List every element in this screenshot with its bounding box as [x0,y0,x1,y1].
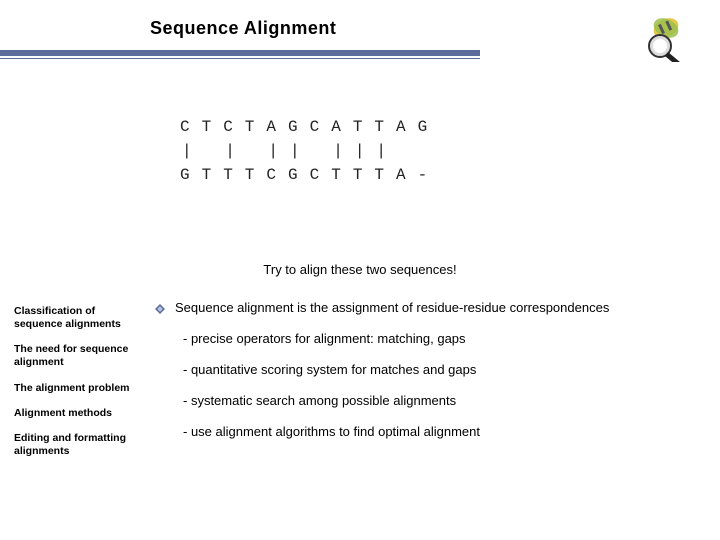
sub-point-scoring: - quantitative scoring system for matche… [183,362,710,377]
sub-point-algorithms: - use alignment algorithms to find optim… [183,424,710,439]
sidebar-item-problem[interactable]: The alignment problem [14,382,134,395]
sidebar-nav: Classification of sequence alignments Th… [14,305,134,470]
sequence-1: CTCTAGCATTAG [180,115,439,139]
sequence-alignment-figure: CTCTAGCATTAG | | || ||| GTTTCGCTTTA- [180,115,439,187]
slide-title: Sequence Alignment [0,18,720,39]
figure-caption: Try to align these two sequences! [0,262,720,277]
sidebar-item-editing[interactable]: Editing and formatting alignments [14,432,134,458]
title-underline [0,50,720,60]
sub-point-operators: - precise operators for alignment: match… [183,331,710,346]
sequence-2: GTTTCGCTTTA- [180,163,439,187]
main-content: Sequence alignment is the assignment of … [155,300,710,455]
dna-logo-icon [622,8,692,62]
sub-point-search: - systematic search among possible align… [183,393,710,408]
sidebar-item-need[interactable]: The need for sequence alignment [14,343,134,369]
sidebar-item-methods[interactable]: Alignment methods [14,407,134,420]
main-bullet-text: Sequence alignment is the assignment of … [175,300,609,315]
diamond-bullet-icon [155,304,165,314]
alignment-bars: | | || ||| [180,139,439,163]
sidebar-item-classification[interactable]: Classification of sequence alignments [14,305,134,331]
